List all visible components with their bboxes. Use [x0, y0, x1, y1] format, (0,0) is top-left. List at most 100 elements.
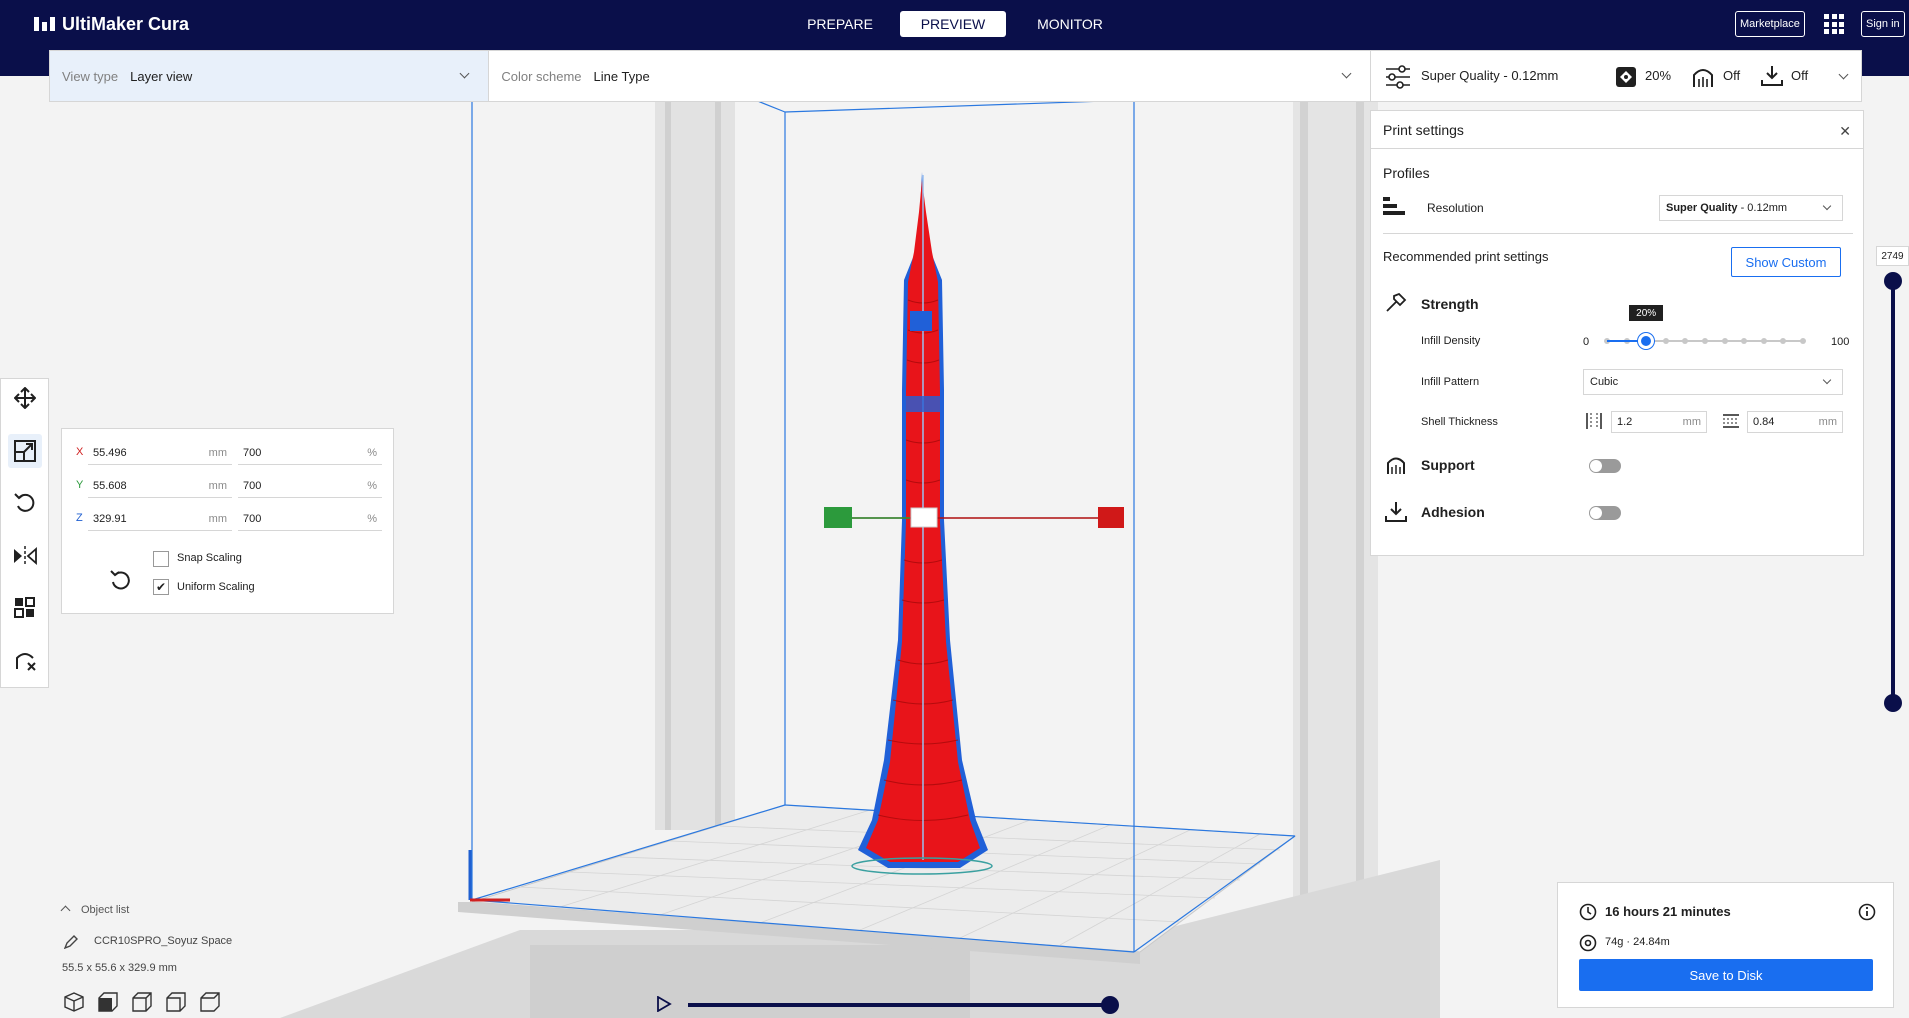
scale-mm-field[interactable]: 329.91 mm: [88, 507, 232, 531]
object-dimensions: 55.5 x 55.6 x 329.9 mm: [62, 962, 177, 974]
infill-density-label: Infill Density: [1421, 335, 1481, 347]
recommended-settings-heading: Recommended print settings: [1383, 249, 1549, 264]
infill-pattern-dropdown[interactable]: Cubic: [1583, 369, 1843, 395]
uniform-scaling-checkbox[interactable]: ✔: [153, 579, 169, 595]
profile-sliders-icon: [1386, 65, 1410, 89]
snap-scaling-checkbox[interactable]: [153, 551, 169, 567]
infill-pattern-label: Infill Pattern: [1421, 376, 1480, 388]
scale-mm-unit: mm: [208, 479, 227, 492]
per-model-settings-button[interactable]: [8, 591, 42, 625]
layer-number-field[interactable]: 2749: [1876, 246, 1909, 266]
snap-scaling-label: Snap Scaling: [177, 552, 242, 564]
slider-step-dot: [1780, 338, 1787, 344]
print-setup-selector[interactable]: Super Quality - 0.12mm 20% Off Off: [1370, 50, 1862, 102]
infill-min-label: 0: [1583, 336, 1590, 348]
layer-slider-upper-handle[interactable]: [1884, 272, 1902, 290]
mirror-icon: [14, 546, 37, 566]
profiles-heading: Profiles: [1383, 165, 1430, 181]
support-toggle[interactable]: [1589, 459, 1621, 473]
left-view-icon[interactable]: [166, 992, 186, 1012]
scale-percent-field[interactable]: 700%: [238, 474, 382, 498]
scale-percent-value: 700: [243, 446, 262, 459]
scale-mm-unit: mm: [208, 512, 227, 525]
path-slider-track[interactable]: [688, 1003, 1110, 1007]
reset-scale-button[interactable]: [102, 561, 138, 597]
scale-percent-value: 700: [243, 512, 262, 525]
slider-step-dot: [1662, 338, 1669, 344]
move-arrows-icon: [14, 387, 36, 409]
infill-density-slider[interactable]: 20%: [1604, 305, 1806, 351]
chevron-down-icon: [459, 68, 470, 79]
view-type-value: Layer view: [130, 68, 193, 84]
stage-monitor-button[interactable]: MONITOR: [1022, 11, 1118, 37]
top-view-icon[interactable]: [132, 992, 152, 1012]
layer-slider-lower-handle[interactable]: [1884, 694, 1902, 712]
scale-tool-panel: X 55.496 mm 700% Y 55.608 mm 700% Z 329.91 mm 700% …: [61, 428, 394, 614]
marketplace-button[interactable]: Marketplace: [1735, 11, 1805, 37]
sign-in-button[interactable]: Sign in: [1861, 11, 1905, 37]
mirror-tool-button[interactable]: [8, 539, 42, 573]
3d-view-icon[interactable]: [64, 992, 84, 1012]
infill-slider-handle[interactable]: [1638, 333, 1655, 349]
top-bottom-thickness-field[interactable]: 0.84 mm: [1747, 411, 1843, 433]
scale-mm-value: 329.91: [93, 512, 127, 525]
scale-tool-button[interactable]: [8, 434, 42, 468]
print-settings-panel: Print settings ✕ Profiles Resolution Sup…: [1370, 110, 1864, 556]
gizmo-y-handle[interactable]: [824, 507, 852, 528]
view-type-dropdown[interactable]: View type Layer view: [50, 51, 490, 101]
scale-mm-field[interactable]: 55.608 mm: [88, 474, 232, 498]
scale-percent-unit: %: [367, 512, 377, 525]
wall-thickness-icon: [1586, 413, 1602, 429]
gizmo-x-handle[interactable]: [1098, 507, 1124, 528]
scale-mm-field[interactable]: 55.496 mm: [88, 441, 232, 465]
scale-percent-unit: %: [367, 446, 377, 459]
view-type-label: View type: [62, 68, 119, 84]
spool-icon: [1579, 934, 1597, 952]
support-summary: Off: [1723, 68, 1741, 83]
layer-slider-track[interactable]: [1891, 281, 1895, 703]
object-list-toggle[interactable]: Object list: [60, 904, 130, 916]
resolution-dropdown[interactable]: Super Quality - 0.12mm: [1659, 195, 1843, 221]
support-icon: [1387, 457, 1405, 474]
pencil-icon[interactable]: [64, 935, 78, 949]
clock-icon: [1579, 903, 1597, 921]
rotate-tool-button[interactable]: [8, 486, 42, 520]
support-blocker-button[interactable]: [8, 643, 42, 677]
stage-prepare-button[interactable]: PREPARE: [797, 11, 883, 37]
play-icon[interactable]: [656, 996, 672, 1012]
stage-preview-button[interactable]: PREVIEW: [900, 11, 1006, 37]
show-custom-button[interactable]: Show Custom: [1731, 247, 1841, 277]
ultimaker-logo-icon: [34, 17, 56, 31]
apps-grid-icon[interactable]: [1824, 14, 1844, 34]
move-tool-button[interactable]: [8, 381, 42, 415]
resolution-value-bold: Super Quality: [1666, 202, 1738, 214]
translate-gizmo[interactable]: [824, 507, 1124, 528]
resolution-bars-icon: [1383, 197, 1405, 215]
object-list-label: Object list: [81, 904, 130, 916]
material-usage: 74g · 24.84m: [1605, 936, 1670, 948]
info-icon[interactable]: [1858, 903, 1876, 921]
infill-max-label: 100: [1831, 336, 1850, 348]
wall-thickness-field[interactable]: 1.2 mm: [1611, 411, 1707, 433]
adhesion-toggle[interactable]: [1589, 506, 1621, 520]
right-view-icon[interactable]: [200, 992, 220, 1012]
gizmo-center-handle[interactable]: [910, 507, 938, 528]
save-to-disk-button[interactable]: Save to Disk: [1579, 959, 1873, 991]
path-slider-handle[interactable]: [1101, 996, 1119, 1014]
support-heading: Support: [1421, 457, 1475, 473]
close-icon[interactable]: ✕: [1839, 123, 1851, 140]
infill-summary: 20%: [1645, 68, 1672, 83]
scale-percent-value: 700: [243, 479, 262, 492]
scale-percent-field[interactable]: 700%: [238, 441, 382, 465]
scale-mm-unit: mm: [208, 446, 227, 459]
color-scheme-dropdown[interactable]: Color scheme Line Type: [489, 51, 1370, 101]
uniform-scaling-label: Uniform Scaling: [177, 581, 255, 593]
resolution-label: Resolution: [1427, 201, 1484, 215]
wall-thickness-unit: mm: [1682, 416, 1701, 428]
shell-thickness-label: Shell Thickness: [1421, 416, 1498, 428]
scale-percent-field[interactable]: 700%: [238, 507, 382, 531]
camera-view-buttons: [64, 992, 220, 1012]
chevron-down-icon: [1838, 69, 1849, 80]
front-view-icon[interactable]: [98, 992, 118, 1012]
adhesion-icon: [1761, 66, 1783, 86]
